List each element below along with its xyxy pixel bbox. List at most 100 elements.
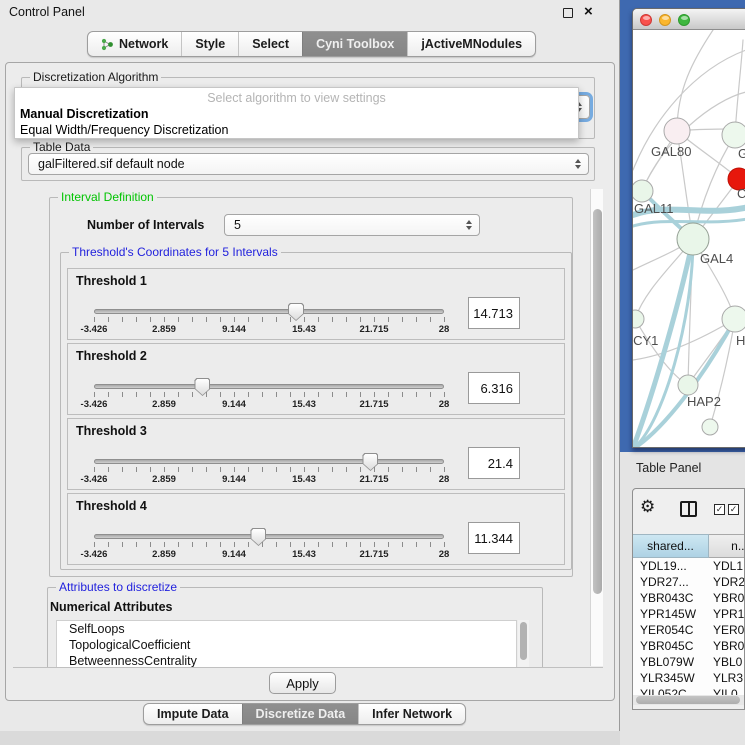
threshold-value[interactable]: 6.316	[468, 372, 520, 404]
table-panel-title: Table Panel	[636, 461, 701, 475]
dropdown-option-equal-width[interactable]: Equal Width/Frequency Discretization	[20, 123, 228, 137]
interval-definition-title: Interval Definition	[58, 190, 157, 204]
table-cell: YDL1	[707, 558, 745, 574]
tab-style[interactable]: Style	[181, 32, 238, 56]
tick-label: -3.426	[81, 474, 108, 485]
network-node-label: GA	[738, 146, 745, 161]
table-row[interactable]: YLR345WYLR3	[633, 670, 745, 686]
slider-ticks	[94, 542, 445, 547]
network-node[interactable]	[722, 122, 745, 148]
number-of-intervals-value: 5	[234, 218, 241, 232]
network-node-gal80[interactable]	[664, 118, 690, 144]
tab-discretize-data[interactable]: Discretize Data	[242, 704, 359, 724]
scrollbar-thumb[interactable]	[636, 696, 740, 704]
network-node-hap2[interactable]	[678, 375, 698, 395]
tick-label: 2.859	[152, 474, 176, 485]
network-node-label: GAL11	[634, 201, 674, 216]
network-edge	[710, 319, 735, 427]
parameters-vertical-scrollbar[interactable]	[590, 189, 603, 666]
dropdown-option-manual-discretization[interactable]: Manual Discretization	[20, 107, 149, 121]
attributes-groupbox: Attributes to discretize Numerical Attri…	[47, 587, 543, 668]
tick-label: 21.715	[359, 399, 388, 410]
mac-zoom-button[interactable]	[678, 14, 690, 26]
table-data-group-title: Table Data	[30, 140, 93, 154]
table-row[interactable]: YDR27...YDR2	[633, 574, 745, 590]
slider-scale: -3.4262.8599.14415.4321.71528	[94, 549, 444, 561]
number-of-intervals-combobox[interactable]: 5	[224, 214, 480, 236]
tick-label: 15.43	[292, 399, 316, 410]
columns-icon[interactable]	[680, 501, 697, 517]
top-tab-bar: Network Style Select Cyni Toolbox jActiv…	[87, 31, 536, 57]
tab-infer-network[interactable]: Infer Network	[358, 704, 465, 724]
table-horizontal-scrollbar[interactable]	[633, 695, 745, 705]
column-header-shared-name[interactable]: shared...	[633, 534, 709, 558]
tab-label: Style	[195, 37, 225, 51]
network-node[interactable]	[702, 419, 718, 435]
tab-network[interactable]: Network	[88, 32, 181, 56]
tick-label: 28	[439, 399, 450, 410]
desktop-right-area: GAL80GAGAL11CGAL4GCY1HHAP2 Table Panel ⚙…	[620, 0, 745, 745]
network-node-gcy1[interactable]	[633, 310, 644, 328]
dropdown-placeholder-option[interactable]: Select algorithm to view settings	[15, 91, 578, 105]
mac-minimize-button[interactable]	[659, 14, 671, 26]
network-node-label: GAL4	[700, 251, 733, 266]
slider-track[interactable]	[94, 384, 444, 389]
slider-track[interactable]	[94, 459, 444, 464]
tab-jactivemnodules[interactable]: jActiveMNodules	[407, 32, 535, 56]
tick-label: 9.144	[222, 474, 246, 485]
table-data-selected-value: galFiltered.sif default node	[38, 157, 185, 171]
gear-icon[interactable]: ⚙	[640, 497, 655, 517]
checkbox-icon[interactable]: ✓	[714, 504, 725, 515]
tab-impute-data[interactable]: Impute Data	[144, 704, 242, 724]
table-cell: YBR045C	[633, 638, 707, 654]
tab-cyni-toolbox[interactable]: Cyni Toolbox	[302, 32, 407, 56]
table-row[interactable]: YBL079WYBL0	[633, 654, 745, 670]
tick-label: 28	[439, 549, 450, 560]
network-canvas[interactable]: GAL80GAGAL11CGAL4GCY1HHAP2	[633, 30, 745, 448]
number-of-intervals-label: Number of Intervals	[87, 218, 204, 232]
slider-track[interactable]	[94, 309, 444, 314]
threshold-title: Threshold 3	[76, 424, 147, 438]
threshold-box: Threshold 4 -3.4262.8599.14415.4321.7152…	[67, 493, 565, 565]
window-title: Control Panel	[9, 5, 85, 19]
attributes-list-scrollbar[interactable]	[518, 620, 529, 668]
table-row[interactable]: YPR145WYPR1	[633, 606, 745, 622]
float-window-icon[interactable]	[563, 8, 573, 18]
slider-scale: -3.4262.8599.14415.4321.71528	[94, 399, 444, 411]
threshold-value[interactable]: 14.713	[468, 297, 520, 329]
network-node[interactable]	[722, 306, 745, 332]
threshold-value[interactable]: 11.344	[468, 522, 520, 554]
table-data-combobox[interactable]: galFiltered.sif default node	[28, 153, 589, 175]
table-cell: YER0	[707, 622, 745, 638]
close-icon[interactable]: ×	[584, 3, 593, 20]
table-cell: YLR345W	[633, 670, 707, 686]
tab-label: Network	[119, 37, 168, 51]
table-row[interactable]: YBR045CYBR0	[633, 638, 745, 654]
table-cell: YBL0	[707, 654, 745, 670]
slider-track[interactable]	[94, 534, 444, 539]
mac-close-button[interactable]	[640, 14, 652, 26]
threshold-value[interactable]: 21.4	[468, 447, 520, 479]
attribute-item[interactable]: BetweennessCentrality	[57, 653, 516, 668]
checkbox-icon[interactable]: ✓	[728, 504, 739, 515]
scrollbar-thumb[interactable]	[520, 622, 527, 660]
apply-button[interactable]: Apply	[269, 672, 336, 694]
attributes-list[interactable]: SelfLoopsTopologicalCoefficientBetweenne…	[56, 620, 517, 668]
network-window-titlebar[interactable]	[633, 9, 745, 30]
attribute-item[interactable]: TopologicalCoefficient	[57, 637, 516, 653]
scrollbar-thumb[interactable]	[593, 209, 602, 594]
tab-select[interactable]: Select	[238, 32, 302, 56]
threshold-title: Threshold 2	[76, 349, 147, 363]
column-header-name[interactable]: n...	[709, 534, 745, 558]
table-row[interactable]: YDL19...YDL1	[633, 558, 745, 574]
tick-label: 9.144	[222, 399, 246, 410]
table-cell: YDR2	[707, 574, 745, 590]
table-row[interactable]: YER054CYER0	[633, 622, 745, 638]
attribute-item[interactable]: SelfLoops	[57, 621, 516, 637]
table-row[interactable]: YBR043CYBR0	[633, 590, 745, 606]
tick-label: -3.426	[81, 399, 108, 410]
network-node-label: HAP2	[687, 394, 721, 409]
tab-label: Infer Network	[372, 707, 452, 721]
network-node-gal11[interactable]	[633, 180, 653, 202]
network-view-window: GAL80GAGAL11CGAL4GCY1HHAP2	[632, 8, 745, 448]
